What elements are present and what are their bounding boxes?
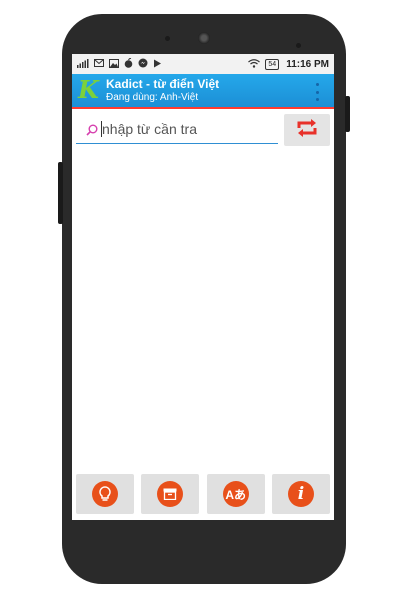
earpiece-speaker xyxy=(198,32,210,44)
front-camera xyxy=(296,43,301,48)
current-dictionary-label[interactable]: Đang dùng: Anh-Việt xyxy=(106,92,198,103)
battery-indicator: 54 xyxy=(265,58,280,70)
search-input[interactable] xyxy=(102,119,272,139)
search-field[interactable] xyxy=(76,115,278,144)
translate-button[interactable]: Aあ xyxy=(206,474,265,514)
app-title: Kadict - từ điển Việt xyxy=(106,77,220,91)
overflow-menu-icon[interactable] xyxy=(316,83,320,101)
search-icon xyxy=(86,123,98,136)
wifi-icon xyxy=(248,58,261,70)
status-bar: 54 11:16 PM xyxy=(72,54,334,74)
app-logo: K xyxy=(78,75,99,104)
messenger-icon xyxy=(138,58,148,70)
info-icon: i xyxy=(287,481,314,507)
archive-box-icon xyxy=(157,481,184,507)
app-bar: K Kadict - từ điển Việt Đang dùng: Anh-V… xyxy=(72,74,334,109)
search-row xyxy=(72,111,334,149)
translate-icon: Aあ xyxy=(222,481,249,507)
apple-icon xyxy=(124,57,133,70)
lightbulb-icon xyxy=(92,481,118,507)
volume-button xyxy=(58,162,63,224)
mail-icon xyxy=(94,59,104,69)
status-clock: 11:16 PM xyxy=(286,58,329,70)
bottom-toolbar: Aあ i xyxy=(72,474,334,516)
signal-icon xyxy=(77,58,89,70)
proximity-sensor xyxy=(165,36,170,41)
info-button[interactable]: i xyxy=(271,474,330,514)
app-screen: 54 11:16 PM K Kadict - từ điển Việt Đang… xyxy=(72,54,334,520)
idea-button[interactable] xyxy=(76,474,134,514)
swap-language-button[interactable] xyxy=(284,114,330,146)
swap-icon xyxy=(295,118,319,143)
power-button xyxy=(345,96,350,132)
archive-button[interactable] xyxy=(141,474,200,514)
play-icon xyxy=(153,59,162,70)
image-icon xyxy=(109,58,119,70)
